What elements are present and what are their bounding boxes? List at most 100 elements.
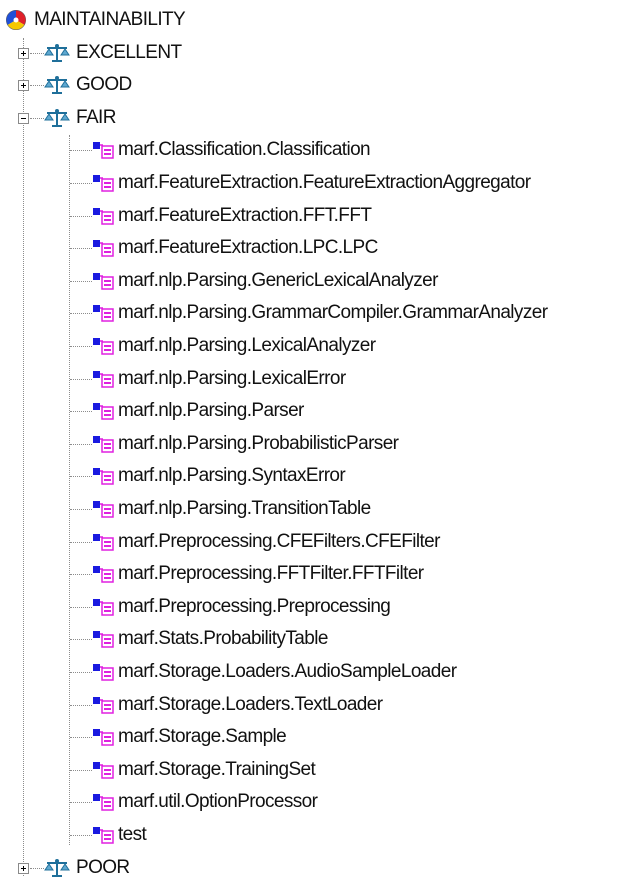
- class-icon: [93, 696, 114, 714]
- tree-connector: [70, 313, 92, 315]
- tree-connector: [30, 85, 44, 87]
- scale-icon: [44, 108, 70, 127]
- maintainability-root-icon: [6, 10, 26, 30]
- tree-connector: [70, 835, 92, 836]
- tree-node-class[interactable]: marf.FeatureExtraction.FeatureExtraction…: [0, 167, 642, 199]
- collapse-toggle[interactable]: [18, 112, 29, 124]
- class-label: marf.Classification.Classification: [118, 139, 371, 161]
- class-icon: [93, 175, 114, 192]
- class-label: marf.Storage.Loaders.AudioSampleLoader: [118, 661, 457, 682]
- expand-toggle[interactable]: [18, 47, 29, 59]
- tree-node-class[interactable]: marf.FeatureExtraction.FFT.FFT: [0, 200, 642, 232]
- tree-node-class[interactable]: marf.Storage.TrainingSet: [0, 754, 642, 786]
- class-label: marf.Storage.Sample: [118, 726, 287, 748]
- tree-connector: [70, 802, 92, 804]
- maintainability-tree: MAINTAINABILITY EXCELLENT GOOD FAIR POOR mar…: [0, 0, 642, 890]
- tree-connector: [70, 737, 92, 739]
- class-label: marf.FeatureExtraction.FFT.FFT: [118, 204, 372, 226]
- class-icon: [93, 729, 114, 746]
- class-label: marf.nlp.Parsing.LexicalError: [118, 367, 346, 389]
- class-icon: [93, 566, 114, 583]
- tree-node-class[interactable]: marf.Storage.Loaders.TextLoader: [0, 689, 642, 721]
- class-label: marf.util.OptionProcessor: [118, 791, 318, 813]
- tree-connector: [70, 280, 92, 282]
- tree-connector: [70, 346, 92, 347]
- tree-node-class[interactable]: marf.nlp.Parsing.ProbabilisticParser: [0, 428, 642, 460]
- tree-connector: [70, 443, 92, 445]
- tree-connector: [70, 639, 92, 641]
- tree-node-class[interactable]: marf.Stats.ProbabilityTable: [0, 623, 642, 655]
- class-icon: [93, 794, 114, 812]
- class-icon: [93, 338, 114, 355]
- class-icon: [93, 761, 114, 779]
- class-label: marf.Storage.Loaders.TextLoader: [118, 693, 383, 715]
- class-icon: [93, 435, 114, 453]
- tree-node-class[interactable]: marf.nlp.Parsing.TransitionTable: [0, 493, 642, 525]
- class-label: marf.Preprocessing.Preprocessing: [118, 595, 391, 617]
- tree-node-fair[interactable]: FAIR: [0, 102, 400, 134]
- root-label: MAINTAINABILITY: [34, 9, 186, 30]
- tree-node-class[interactable]: marf.Preprocessing.FFTFilter.FFTFilter: [0, 558, 642, 590]
- class-icon: [93, 598, 114, 616]
- expand-toggle[interactable]: [18, 862, 29, 874]
- expand-toggle[interactable]: [18, 80, 29, 92]
- tree-connector: [70, 248, 92, 250]
- scale-icon: [44, 76, 70, 95]
- class-label: marf.Stats.ProbabilityTable: [118, 628, 328, 650]
- class-label: marf.Preprocessing.FFTFilter.FFTFilter: [118, 563, 424, 585]
- tree-connector: [30, 52, 44, 54]
- class-label: marf.nlp.Parsing.GenericLexicalAnalyzer: [118, 269, 438, 291]
- tree-node-class[interactable]: marf.Classification.Classification: [0, 134, 642, 166]
- category-label: EXCELLENT: [76, 41, 182, 63]
- class-label: marf.nlp.Parsing.SyntaxError: [118, 465, 346, 487]
- tree-connector: [70, 476, 92, 478]
- tree-node-class[interactable]: marf.nlp.Parsing.LexicalAnalyzer: [0, 330, 642, 362]
- class-label: marf.nlp.Parsing.Parser: [118, 400, 304, 422]
- class-icon: [93, 664, 114, 681]
- tree-connector: [70, 672, 92, 673]
- class-label: marf.Storage.TrainingSet: [118, 758, 316, 780]
- tree-connector: [30, 867, 44, 869]
- class-label: test: [118, 824, 147, 845]
- class-icon: [93, 305, 114, 323]
- tree-connector: [70, 606, 92, 608]
- tree-node-class[interactable]: test: [0, 819, 642, 851]
- tree-node-class[interactable]: marf.nlp.Parsing.LexicalError: [0, 363, 642, 395]
- tree-connector: [70, 769, 92, 771]
- tree-connector: [70, 411, 92, 413]
- tree-connector: [30, 117, 44, 119]
- category-label: POOR: [76, 856, 130, 878]
- tree-node-class[interactable]: marf.Storage.Loaders.AudioSampleLoader: [0, 656, 642, 688]
- class-label: marf.Preprocessing.CFEFilters.CFEFilter: [118, 530, 440, 552]
- class-icon: [93, 501, 114, 518]
- tree-node-class[interactable]: marf.nlp.Parsing.Parser: [0, 395, 642, 427]
- class-icon: [93, 142, 114, 160]
- tree-connector: [70, 183, 92, 184]
- class-icon: [93, 272, 114, 290]
- tree-node-poor[interactable]: POOR: [0, 852, 400, 884]
- tree-node-class[interactable]: marf.util.OptionProcessor: [0, 786, 642, 818]
- tree-node-class[interactable]: marf.FeatureExtraction.LPC.LPC: [0, 232, 642, 264]
- class-icon: [93, 468, 114, 486]
- tree-node-excellent[interactable]: EXCELLENT: [0, 37, 400, 69]
- tree-node-class[interactable]: marf.nlp.Parsing.GenericLexicalAnalyzer: [0, 265, 642, 297]
- tree-node-class[interactable]: marf.Preprocessing.Preprocessing: [0, 591, 642, 623]
- class-icon: [93, 631, 114, 649]
- scale-icon: [44, 858, 70, 877]
- class-label: marf.FeatureExtraction.FeatureExtraction…: [118, 172, 531, 193]
- scale-icon: [44, 43, 70, 62]
- class-label: marf.nlp.Parsing.GrammarCompiler.Grammar…: [118, 302, 548, 324]
- tree-node-class[interactable]: marf.nlp.Parsing.SyntaxError: [0, 460, 642, 492]
- tree-connector: [70, 150, 92, 152]
- class-icon: [93, 827, 114, 844]
- class-label: marf.nlp.Parsing.ProbabilisticParser: [118, 432, 399, 454]
- tree-connector: [70, 378, 92, 380]
- tree-node-good[interactable]: GOOD: [0, 69, 400, 101]
- class-label: marf.nlp.Parsing.LexicalAnalyzer: [118, 335, 376, 356]
- class-icon: [93, 370, 114, 388]
- class-label: marf.FeatureExtraction.LPC.LPC: [118, 237, 378, 259]
- tree-connector: [70, 574, 92, 576]
- tree-node-class[interactable]: marf.Preprocessing.CFEFilters.CFEFilter: [0, 526, 642, 558]
- tree-node-class[interactable]: marf.nlp.Parsing.GrammarCompiler.Grammar…: [0, 297, 642, 329]
- tree-node-class[interactable]: marf.Storage.Sample: [0, 721, 642, 753]
